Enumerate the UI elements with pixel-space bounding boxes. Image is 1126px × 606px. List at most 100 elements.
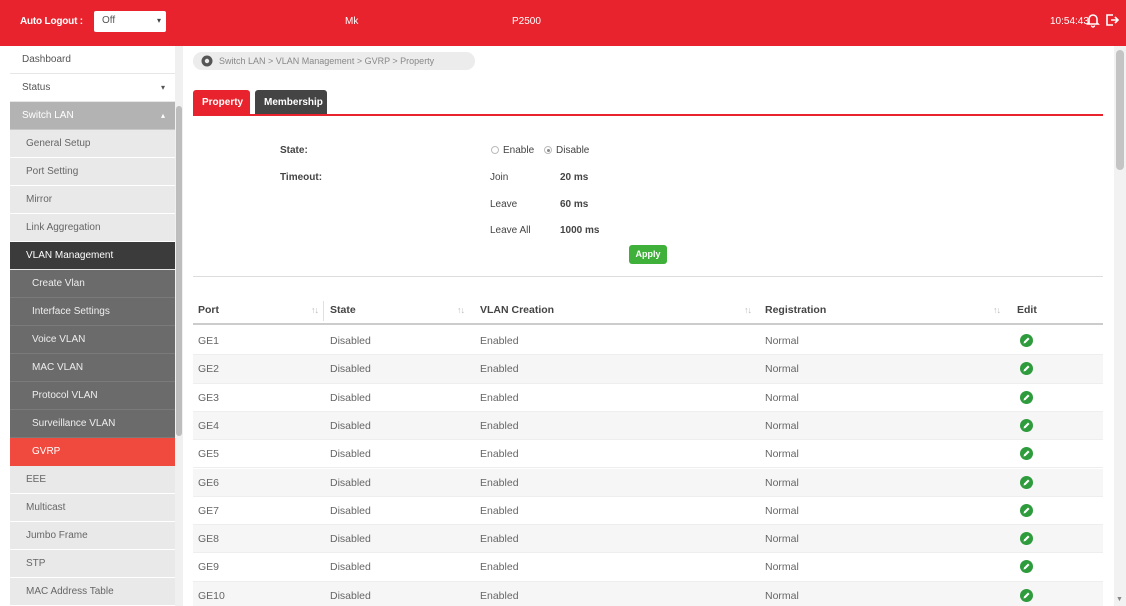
sidebar-item-label: GVRP [32, 446, 61, 457]
sidebar-item-interface-settings[interactable]: Interface Settings [10, 298, 175, 326]
logout-icon[interactable] [1104, 12, 1120, 28]
edit-icon[interactable] [1020, 447, 1033, 461]
divider [193, 276, 1103, 277]
sidebar-item-port-setting[interactable]: Port Setting [10, 158, 175, 186]
sort-icon[interactable]: ↑↓ [993, 305, 1001, 315]
leave-all-label: Leave All [490, 225, 531, 236]
auto-logout-select[interactable]: Off ▾ [94, 11, 166, 32]
scroll-down-icon[interactable]: ▼ [1116, 596, 1123, 603]
registration-cell: Normal [765, 363, 799, 376]
port-cell: GE7 [198, 504, 220, 517]
join-value[interactable]: 20 ms [560, 172, 588, 183]
sidebar-item-link-aggregation[interactable]: Link Aggregation [10, 214, 175, 242]
scrollbar-thumb[interactable] [176, 106, 182, 436]
port-cell: GE1 [198, 335, 220, 347]
state-cell: Disabled [330, 589, 371, 602]
sidebar-item-create-vlan[interactable]: Create Vlan [10, 270, 175, 298]
leave-all-value[interactable]: 1000 ms [560, 225, 599, 236]
sidebar-item-switch-lan[interactable]: Switch LAN ▴ [10, 102, 175, 130]
sort-icon[interactable]: ↑↓ [311, 305, 319, 315]
sidebar-item-mac-address-table[interactable]: MAC Address Table [10, 578, 175, 606]
sidebar-item-surveillance-vlan[interactable]: Surveillance VLAN [10, 410, 175, 438]
registration-cell: Normal [765, 391, 799, 404]
vlan-creation-cell: Enabled [480, 448, 519, 461]
top-bar: Auto Logout : Off ▾ Mk P2500 10:54:43 [0, 0, 1126, 46]
sidebar-item-label: Status [22, 82, 51, 93]
state-cell: Disabled [330, 504, 371, 517]
edit-icon[interactable] [1020, 475, 1033, 489]
vlan-creation-cell: Enabled [480, 363, 519, 376]
state-cell: Disabled [330, 448, 371, 461]
sidebar-item-multicast[interactable]: Multicast [10, 494, 175, 522]
registration-cell: Normal [765, 504, 799, 517]
tab-property[interactable]: Property [193, 90, 250, 115]
sidebar-item-label: Voice VLAN [32, 334, 86, 345]
column-header-state[interactable]: State [330, 304, 356, 316]
sidebar-item-label: Port Setting [26, 166, 79, 177]
sidebar-item-label: VLAN Management [26, 250, 114, 261]
port-cell: GE6 [198, 476, 220, 489]
column-header-edit: Edit [1017, 304, 1037, 316]
sidebar-item-stp[interactable]: STP [10, 550, 175, 578]
page-scrollbar[interactable]: ▼ [1114, 46, 1126, 606]
chevron-down-icon: ▾ [160, 83, 165, 92]
sidebar-item-gvrp[interactable]: GVRP [10, 438, 175, 466]
scrollbar-thumb[interactable] [1116, 50, 1124, 170]
home-icon[interactable] [201, 55, 213, 67]
table-row: GE10 Disabled Enabled Normal [193, 581, 1103, 606]
sidebar-item-mac-vlan[interactable]: MAC VLAN [10, 354, 175, 382]
sidebar-item-status[interactable]: Status ▾ [10, 74, 175, 102]
sidebar-item-label: Protocol VLAN [32, 390, 98, 401]
column-header-vlan-creation[interactable]: VLAN Creation [480, 304, 554, 316]
edit-icon[interactable] [1020, 418, 1033, 432]
port-cell: GE4 [198, 419, 220, 432]
state-cell: Disabled [330, 533, 371, 546]
sidebar-item-label: EEE [26, 474, 47, 485]
bell-icon[interactable] [1085, 12, 1101, 28]
sidebar-item-eee[interactable]: EEE [10, 466, 175, 494]
sidebar-scrollbar[interactable] [175, 46, 183, 606]
leave-value[interactable]: 60 ms [560, 199, 588, 210]
tab-membership[interactable]: Membership [255, 90, 327, 115]
sort-icon[interactable]: ↑↓ [744, 305, 752, 315]
sidebar-item-general-setup[interactable]: General Setup [10, 130, 175, 158]
edit-icon[interactable] [1020, 390, 1033, 404]
vlan-creation-cell: Enabled [480, 391, 519, 404]
sidebar-item-dashboard[interactable]: Dashboard [10, 46, 175, 74]
edit-icon[interactable] [1020, 503, 1033, 517]
sidebar-item-vlan-management[interactable]: VLAN Management [10, 242, 175, 270]
edit-icon[interactable] [1020, 588, 1033, 602]
sidebar-item-label: Create Vlan [32, 278, 85, 289]
state-enable-radio[interactable] [491, 146, 499, 154]
sidebar-item-mirror[interactable]: Mirror [10, 186, 175, 214]
edit-icon[interactable] [1020, 334, 1033, 347]
table-row: GE3 Disabled Enabled Normal [193, 384, 1103, 412]
apply-button[interactable]: Apply [629, 245, 667, 264]
table-row: GE6 Disabled Enabled Normal [193, 468, 1103, 497]
state-disable-radio[interactable] [544, 146, 552, 154]
sidebar-item-protocol-vlan[interactable]: Protocol VLAN [10, 382, 175, 410]
column-header-registration[interactable]: Registration [765, 304, 826, 316]
sort-icon[interactable]: ↑↓ [457, 305, 465, 315]
sidebar-item-label: Jumbo Frame [26, 530, 88, 541]
edit-icon[interactable] [1020, 362, 1033, 376]
sidebar-item-jumbo-frame[interactable]: Jumbo Frame [10, 522, 175, 550]
column-header-port[interactable]: Port [198, 304, 219, 316]
breadcrumb-text: Switch LAN > VLAN Management > GVRP > Pr… [219, 56, 435, 66]
vlan-creation-cell: Enabled [480, 476, 519, 489]
sidebar: Dashboard Status ▾ Switch LAN ▴ General Se… [0, 46, 183, 606]
leave-label: Leave [490, 199, 518, 210]
port-cell: GE8 [198, 533, 220, 546]
edit-icon[interactable] [1020, 532, 1033, 546]
auto-logout-value: Off [102, 15, 116, 26]
state-cell: Disabled [330, 391, 371, 404]
sidebar-item-label: Interface Settings [32, 306, 110, 317]
sidebar-item-voice-vlan[interactable]: Voice VLAN [10, 326, 175, 354]
registration-cell: Normal [765, 533, 799, 546]
edit-icon[interactable] [1020, 560, 1033, 574]
state-disable-label: Disable [556, 145, 590, 156]
auto-logout-label: Auto Logout : [20, 16, 83, 27]
state-label: State: [280, 145, 308, 156]
table-row: GE7 Disabled Enabled Normal [193, 497, 1103, 526]
vlan-creation-cell: Enabled [480, 504, 519, 517]
